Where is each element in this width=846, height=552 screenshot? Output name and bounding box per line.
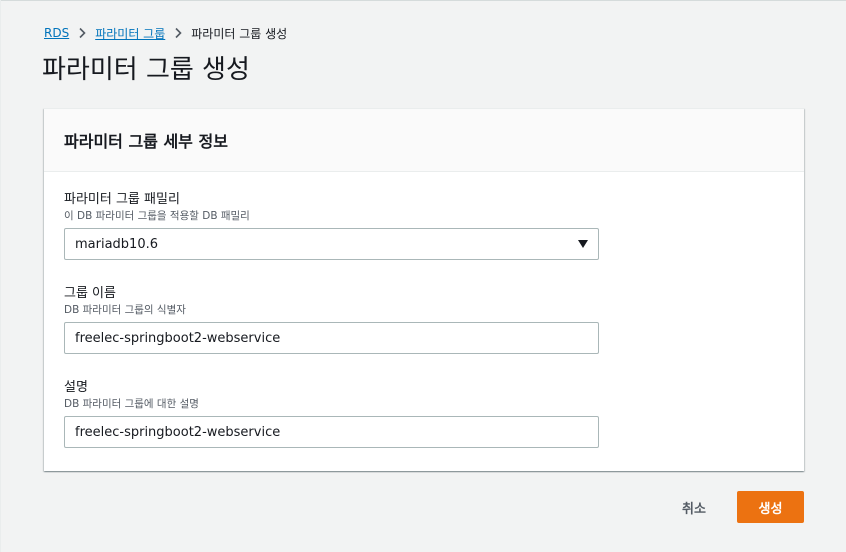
description-value: freelec-springboot2-webservice (75, 424, 281, 440)
group-name-label: 그룹 이름 (64, 286, 116, 301)
panel-header: 파라미터 그룹 세부 정보 (44, 109, 804, 172)
page-title: 파라미터 그룹 생성 (42, 55, 250, 85)
description-label: 설명 (64, 380, 88, 395)
left-divider (0, 0, 1, 552)
breadcrumb-item-current: 파라미터 그룹 생성 (191, 26, 288, 41)
chevron-right-icon (165, 27, 191, 39)
group-name-input[interactable]: freelec-springboot2-webservice (64, 322, 599, 354)
family-label: 파라미터 그룹 패밀리 (64, 192, 180, 207)
group-name-field: 그룹 이름 DB 파라미터 그룹의 식별자 freelec-springboot… (64, 286, 599, 354)
parameter-group-details-panel: 파라미터 그룹 세부 정보 파라미터 그룹 패밀리 이 DB 파라미터 그룹을 … (44, 108, 804, 471)
breadcrumb-item-rds[interactable]: RDS (44, 26, 69, 40)
panel-title: 파라미터 그룹 세부 정보 (64, 132, 228, 151)
top-divider (0, 0, 846, 1)
description-description: DB 파라미터 그룹에 대한 설명 (64, 398, 199, 410)
caret-down-icon (578, 240, 588, 248)
family-description: 이 DB 파라미터 그룹을 적용할 DB 패밀리 (64, 210, 250, 222)
group-name-value: freelec-springboot2-webservice (75, 330, 281, 346)
breadcrumb-item-parameter-groups[interactable]: 파라미터 그룹 (95, 25, 165, 42)
create-button[interactable]: 생성 (737, 491, 804, 523)
group-name-description: DB 파라미터 그룹의 식별자 (64, 304, 186, 316)
family-field: 파라미터 그룹 패밀리 이 DB 파라미터 그룹을 적용할 DB 패밀리 mar… (64, 192, 599, 260)
family-select[interactable]: mariadb10.6 (64, 228, 599, 260)
cancel-button[interactable]: 취소 (676, 492, 712, 522)
chevron-right-icon (69, 27, 95, 39)
description-field: 설명 DB 파라미터 그룹에 대한 설명 freelec-springboot2… (64, 380, 599, 448)
breadcrumb: RDS 파라미터 그룹 파라미터 그룹 생성 (44, 24, 287, 42)
family-select-value: mariadb10.6 (75, 236, 159, 252)
description-input[interactable]: freelec-springboot2-webservice (64, 416, 599, 448)
